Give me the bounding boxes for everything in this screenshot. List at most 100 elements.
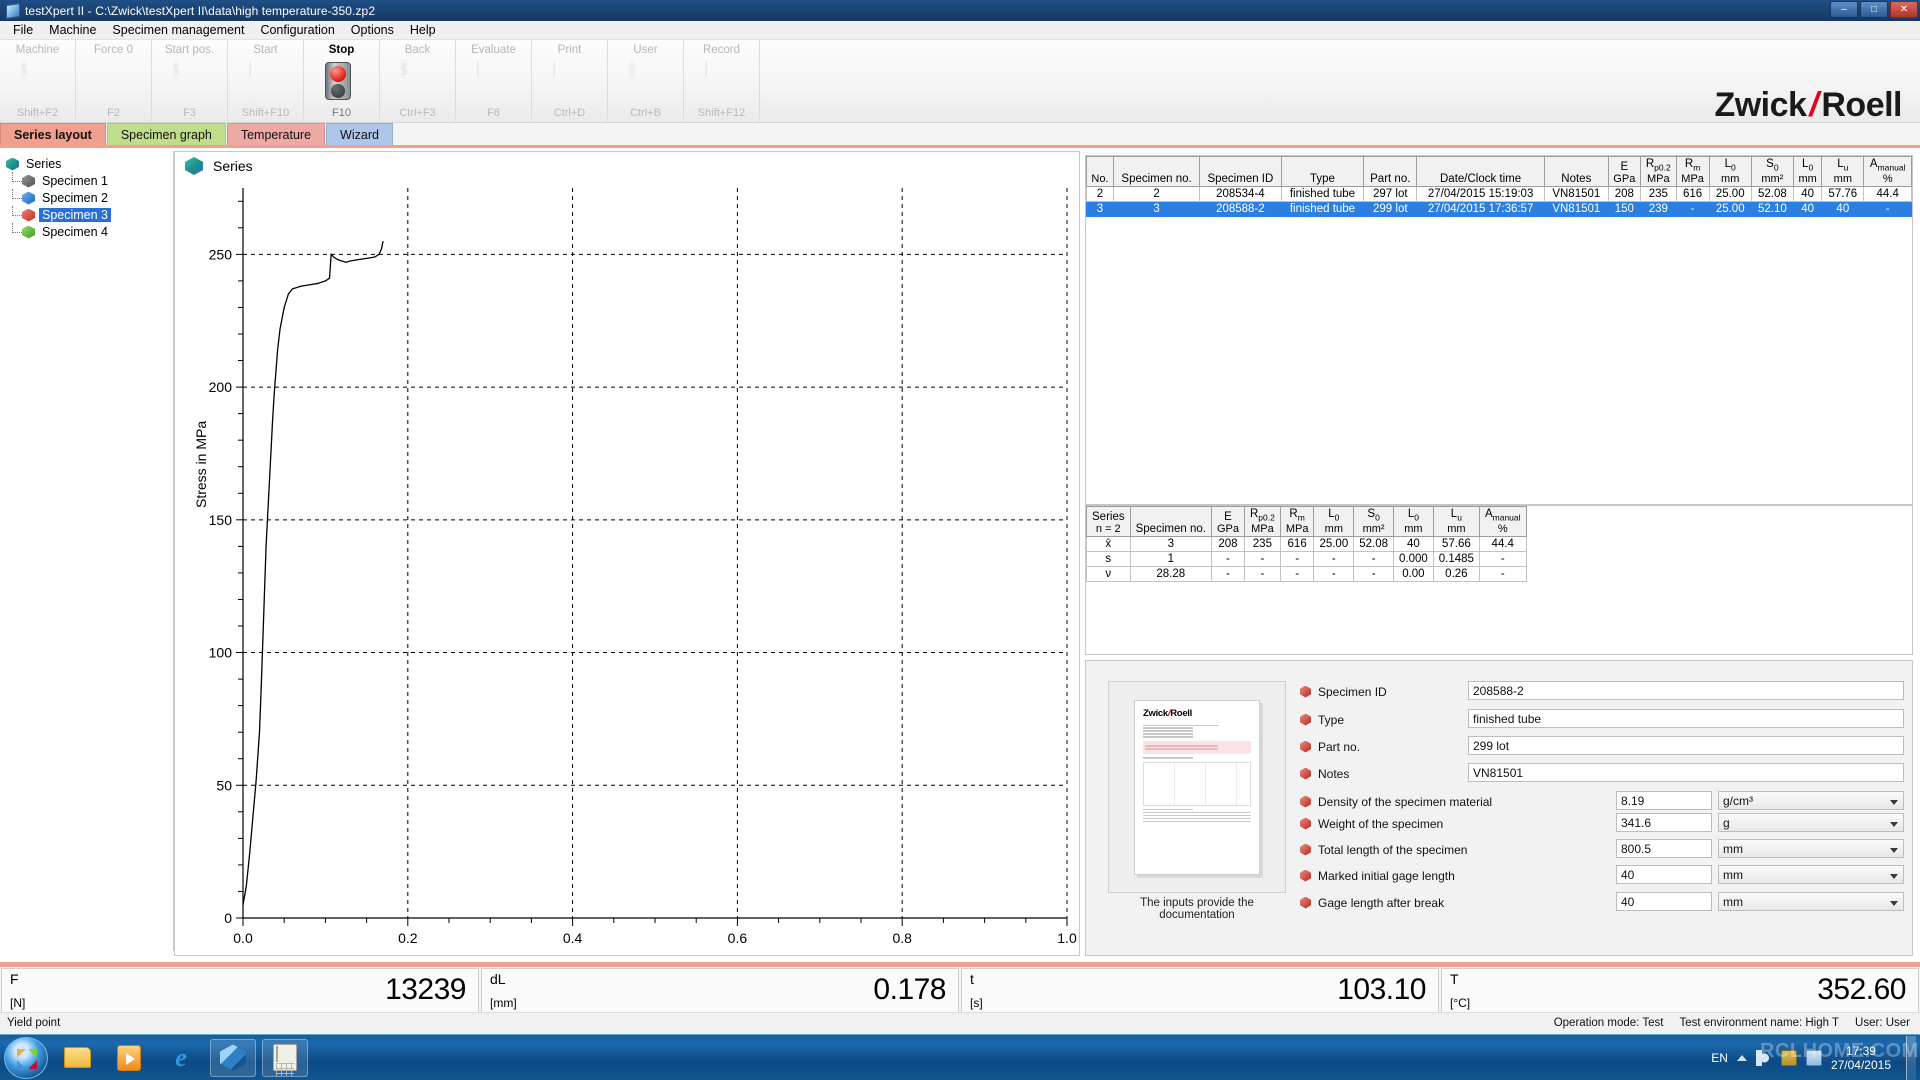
table-cell[interactable]: 150 <box>1607 201 1642 218</box>
table-cell[interactable]: 2 <box>1112 186 1201 203</box>
table-cell[interactable]: 3 <box>1112 201 1201 218</box>
tree-node-series[interactable]: Series <box>6 156 173 172</box>
part-no-input[interactable]: 299 lot <box>1468 736 1904 755</box>
column-header[interactable]: Specimen no. <box>1112 156 1201 188</box>
column-header[interactable]: Specimen no. <box>1129 506 1212 538</box>
menu-machine[interactable]: Machine <box>42 21 103 39</box>
table-cell[interactable]: 40 <box>1792 186 1823 203</box>
table-cell[interactable]: finished tube <box>1280 186 1365 203</box>
table-cell[interactable]: 1 <box>1129 551 1212 568</box>
toolbar-button-force-0[interactable]: Force 0 F2 <box>76 40 152 123</box>
column-header[interactable]: Lu mm <box>1432 506 1480 538</box>
maximize-button[interactable]: □ <box>1860 1 1888 18</box>
column-header[interactable]: E GPa <box>1607 156 1642 188</box>
table-cell[interactable]: 27/04/2015 15:19:03 <box>1416 186 1546 203</box>
column-header[interactable]: S0 mm² <box>1750 156 1794 188</box>
plot-area[interactable]: Stress in MPa Elongation in mm 050100150… <box>175 178 1081 980</box>
tree-node-specimen-4[interactable]: Specimen 4 <box>6 223 173 240</box>
table-cell[interactable]: - <box>1279 551 1315 568</box>
volume-icon[interactable] <box>1755 1050 1772 1066</box>
table-cell[interactable]: - <box>1478 566 1527 583</box>
menu-options[interactable]: Options <box>344 21 401 39</box>
column-header[interactable]: Series n = 2 <box>1086 506 1131 538</box>
table-row[interactable]: s 1- - - - -0.000 0.1485- <box>1086 551 1527 568</box>
table-cell[interactable]: 27/04/2015 17:36:57 <box>1416 201 1546 218</box>
table-cell[interactable]: 2 <box>1086 186 1114 203</box>
menu-configuration[interactable]: Configuration <box>253 21 341 39</box>
table-cell[interactable]: 25.00 <box>1313 536 1355 553</box>
tab-temperature[interactable]: Temperature <box>226 123 326 145</box>
tree-node-specimen-3[interactable]: Specimen 3 <box>6 206 173 223</box>
table-cell[interactable]: 3 <box>1129 536 1212 553</box>
table-cell[interactable]: 616 <box>1675 186 1710 203</box>
toolbar-button-evaluate[interactable]: Evaluate F8 <box>456 40 532 123</box>
table-cell[interactable]: 208588-2 <box>1199 201 1282 218</box>
show-desktop-button[interactable] <box>1906 1036 1916 1080</box>
table-cell[interactable]: - <box>1210 551 1245 568</box>
document-preview[interactable]: Zwick/Roell <box>1108 681 1286 893</box>
table-cell[interactable]: 297 lot <box>1363 186 1418 203</box>
taskbar-testxpert[interactable] <box>210 1038 256 1077</box>
column-header[interactable]: Amanual% <box>1863 156 1912 188</box>
toolbar-button-back[interactable]: Back Ctrl+F3 <box>380 40 456 123</box>
density-unit-select[interactable]: g/cm³ <box>1718 791 1904 810</box>
table-cell[interactable]: 52.08 <box>1750 186 1794 203</box>
table-cell[interactable]: - <box>1353 551 1394 568</box>
column-header[interactable]: No. <box>1086 156 1114 188</box>
table-cell[interactable]: 25.00 <box>1708 201 1752 218</box>
notes-input[interactable]: VN81501 <box>1468 763 1904 782</box>
toolbar-button-print[interactable]: Print Ctrl+D <box>532 40 608 123</box>
table-cell[interactable]: 40 <box>1792 201 1823 218</box>
clock[interactable]: 17:39 27/04/2015 <box>1831 1044 1891 1072</box>
toolbar-button-user[interactable]: User Ctrl+B <box>608 40 684 123</box>
table-cell[interactable]: 208 <box>1210 536 1245 553</box>
table-row[interactable]: 3 3 208588-2 finished tube 299 lot 27/04/2015… <box>1086 201 1912 218</box>
menu-specimen-management[interactable]: Specimen management <box>105 21 251 39</box>
start-button-icon[interactable] <box>4 1036 48 1079</box>
tree-node-specimen-2[interactable]: Specimen 2 <box>6 189 173 206</box>
tree-node-specimen-1[interactable]: Specimen 1 <box>6 172 173 189</box>
tab-wizard[interactable]: Wizard <box>326 123 393 145</box>
table-cell[interactable]: 52.08 <box>1353 536 1394 553</box>
column-header[interactable]: Date/Clock time <box>1416 156 1546 188</box>
table-cell[interactable]: 52.10 <box>1750 201 1794 218</box>
table-cell[interactable]: - <box>1313 566 1355 583</box>
specimen-results-table[interactable]: No. Specimen no. Specimen ID Type Part no. Da… <box>1085 155 1913 505</box>
table-cell[interactable]: 299 lot <box>1363 201 1418 218</box>
table-cell[interactable]: ν <box>1086 566 1131 583</box>
column-header[interactable]: Amanual% <box>1478 506 1527 538</box>
table-cell[interactable]: - <box>1243 566 1281 583</box>
specimen-id-input[interactable]: 208588-2 <box>1468 681 1904 700</box>
toolbar-button-start[interactable]: Start Shift+F10 <box>228 40 304 123</box>
menu-file[interactable]: File <box>6 21 40 39</box>
table-cell[interactable]: VN81501 <box>1544 186 1609 203</box>
column-header[interactable]: Lu mm <box>1821 156 1865 188</box>
table-row[interactable]: ν 28.28- - - - -0.00 0.26- <box>1086 566 1527 583</box>
column-header[interactable]: L0 mm <box>1393 506 1434 538</box>
series-statistics-table[interactable]: Series n = 2 Specimen no. E GPa Rp0.2 MPa Rm MPa… <box>1085 505 1913 655</box>
table-cell[interactable]: s <box>1086 551 1131 568</box>
table-cell[interactable]: - <box>1243 551 1281 568</box>
table-cell[interactable]: 40 <box>1393 536 1434 553</box>
toolbar-button-machine[interactable]: Machine Shift+F2 <box>0 40 76 123</box>
column-header[interactable]: E GPa <box>1210 506 1245 538</box>
gage-length-after-break-input[interactable]: 40 <box>1616 892 1712 911</box>
table-cell[interactable]: 0.000 <box>1393 551 1434 568</box>
toolbar-button-start-pos[interactable]: Start pos. F3 <box>152 40 228 123</box>
type-input[interactable]: finished tube <box>1468 709 1904 728</box>
column-header[interactable]: Specimen ID <box>1199 156 1282 188</box>
table-cell[interactable]: 0.00 <box>1393 566 1434 583</box>
table-cell[interactable]: 57.66 <box>1432 536 1480 553</box>
column-header[interactable]: S0 mm² <box>1353 506 1394 538</box>
column-header[interactable]: Part no. <box>1363 156 1418 188</box>
table-cell[interactable]: - <box>1863 201 1912 218</box>
column-header[interactable]: Rm MPa <box>1279 506 1315 538</box>
total-length-input[interactable]: 800.5 <box>1616 839 1712 858</box>
table-cell[interactable]: 208 <box>1607 186 1642 203</box>
total-length-unit-select[interactable]: mm <box>1718 839 1904 858</box>
table-cell[interactable]: 239 <box>1640 201 1677 218</box>
table-cell[interactable]: - <box>1210 566 1245 583</box>
table-cell[interactable]: - <box>1313 551 1355 568</box>
table-cell[interactable]: 208534-4 <box>1199 186 1282 203</box>
marked-gage-length-input[interactable]: 40 <box>1616 865 1712 884</box>
